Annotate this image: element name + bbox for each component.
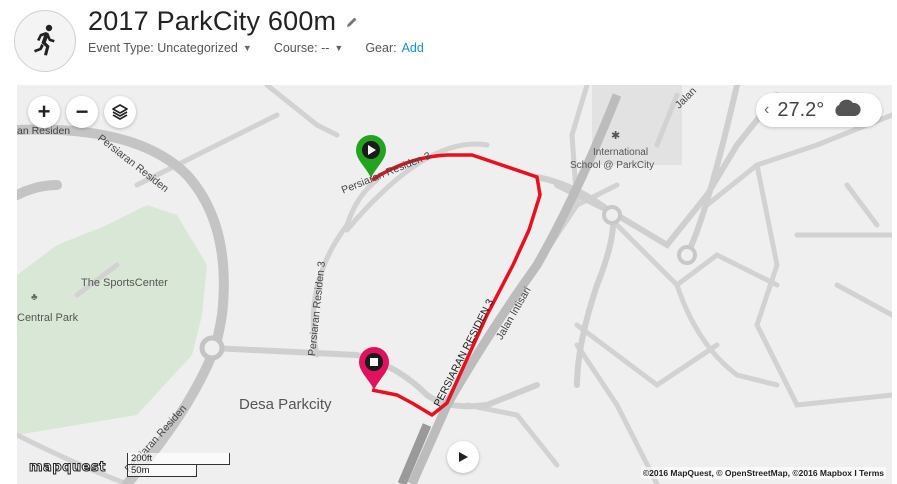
course-value: -- [321,41,330,55]
label-school-line2: School @ ParkCity [570,160,655,171]
mapquest-logo: mapquest [29,460,106,476]
layers-button[interactable] [104,96,136,128]
zoom-out-button[interactable]: − [66,96,98,128]
scale-metric: 50m [127,465,197,477]
course-label: Course: [273,41,318,55]
label-school: International [593,147,649,158]
event-type-label: Event Type: [88,41,154,55]
pencil-icon[interactable] [346,16,358,28]
weather-temperature: 27.2° [777,98,825,121]
label-desa-parkcity: Desa Parkcity [239,396,332,413]
finish-marker-icon[interactable] [357,345,391,396]
route-map[interactable]: The SportsCenter Central Park Desa Parkc… [17,85,892,484]
zoom-in-button[interactable]: + [28,96,60,128]
caret-down-icon: ▼ [242,43,252,53]
activity-title: 2017 ParkCity 600m [88,6,337,36]
course-dropdown[interactable]: Course: -- ▼ [274,41,344,55]
tree-icon: ♣ [31,292,38,303]
chevron-left-icon[interactable]: ‹ [764,101,769,119]
map-attribution[interactable]: ©2016 MapQuest, © OpenStreetMap, ©2016 M… [640,467,886,479]
scale-bar: 200ft 50m [127,453,230,477]
label-central-park: Central Park [17,312,79,324]
weather-widget[interactable]: ‹ 27.2° [756,93,882,127]
play-icon [459,452,468,462]
scale-imperial: 200ft [127,453,230,465]
add-gear-link[interactable]: Add [402,41,424,55]
play-route-button[interactable] [447,441,479,473]
event-type-value: Uncategorized [157,41,238,55]
caret-down-icon: ▼ [334,43,344,53]
school-icon: ✱ [611,130,621,142]
running-person-icon [14,10,76,72]
layers-icon [112,104,128,120]
gear-field: Gear: Add [365,41,424,55]
cloud-icon [832,99,862,122]
gear-label: Gear: [365,41,397,55]
label-sports-center: The SportsCenter [81,277,168,289]
event-type-dropdown[interactable]: Event Type: Uncategorized ▼ [88,41,252,55]
